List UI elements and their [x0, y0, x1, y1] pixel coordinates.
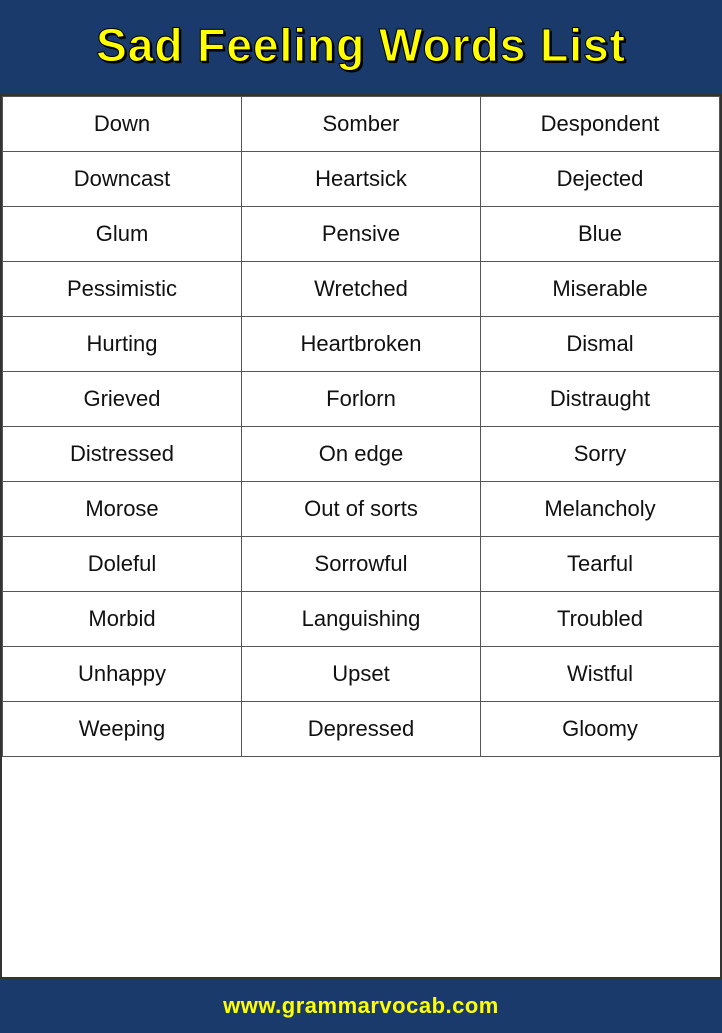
table-cell: On edge — [242, 427, 481, 482]
footer: www.grammarvocab.com — [0, 979, 722, 1033]
table-row: DistressedOn edgeSorry — [3, 427, 720, 482]
table-cell: Sorry — [481, 427, 720, 482]
page-wrapper: Sad Feeling Words List DownSomberDespond… — [0, 0, 722, 1033]
table-cell: Melancholy — [481, 482, 720, 537]
table-row: DownSomberDespondent — [3, 97, 720, 152]
header: Sad Feeling Words List — [0, 0, 722, 94]
table-cell: Distressed — [3, 427, 242, 482]
table-cell: Distraught — [481, 372, 720, 427]
table-cell: Pessimistic — [3, 262, 242, 317]
table-cell: Forlorn — [242, 372, 481, 427]
table-row: MorbidLanguishingTroubled — [3, 592, 720, 647]
table-cell: Gloomy — [481, 702, 720, 757]
table-row: DolefulSorrowfulTearful — [3, 537, 720, 592]
table-cell: Heartsick — [242, 152, 481, 207]
table-cell: Hurting — [3, 317, 242, 372]
table-cell: Dejected — [481, 152, 720, 207]
words-table: DownSomberDespondentDowncastHeartsickDej… — [2, 96, 720, 757]
table-row: WeepingDepressedGloomy — [3, 702, 720, 757]
table-cell: Upset — [242, 647, 481, 702]
table-row: PessimisticWretchedMiserable — [3, 262, 720, 317]
table-cell: Downcast — [3, 152, 242, 207]
table-cell: Morbid — [3, 592, 242, 647]
table-cell: Tearful — [481, 537, 720, 592]
table-row: MoroseOut of sortsMelancholy — [3, 482, 720, 537]
table-cell: Wistful — [481, 647, 720, 702]
table-cell: Down — [3, 97, 242, 152]
table-cell: Sorrowful — [242, 537, 481, 592]
table-cell: Troubled — [481, 592, 720, 647]
page-title: Sad Feeling Words List — [96, 18, 626, 72]
table-cell: Pensive — [242, 207, 481, 262]
table-row: GlumPensiveBlue — [3, 207, 720, 262]
table-row: HurtingHeartbrokenDismal — [3, 317, 720, 372]
table-cell: Miserable — [481, 262, 720, 317]
table-cell: Depressed — [242, 702, 481, 757]
table-cell: Out of sorts — [242, 482, 481, 537]
table-cell: Wretched — [242, 262, 481, 317]
table-cell: Languishing — [242, 592, 481, 647]
table-cell: Doleful — [3, 537, 242, 592]
table-cell: Heartbroken — [242, 317, 481, 372]
content-area: DownSomberDespondentDowncastHeartsickDej… — [0, 94, 722, 979]
table-cell: Dismal — [481, 317, 720, 372]
table-cell: Glum — [3, 207, 242, 262]
table-cell: Despondent — [481, 97, 720, 152]
table-cell: Somber — [242, 97, 481, 152]
table-row: DowncastHeartsickDejected — [3, 152, 720, 207]
table-cell: Blue — [481, 207, 720, 262]
table-cell: Grieved — [3, 372, 242, 427]
table-row: UnhappyUpsetWistful — [3, 647, 720, 702]
table-row: GrievedForlornDistraught — [3, 372, 720, 427]
table-cell: Unhappy — [3, 647, 242, 702]
table-cell: Weeping — [3, 702, 242, 757]
footer-url: www.grammarvocab.com — [223, 993, 499, 1019]
table-cell: Morose — [3, 482, 242, 537]
